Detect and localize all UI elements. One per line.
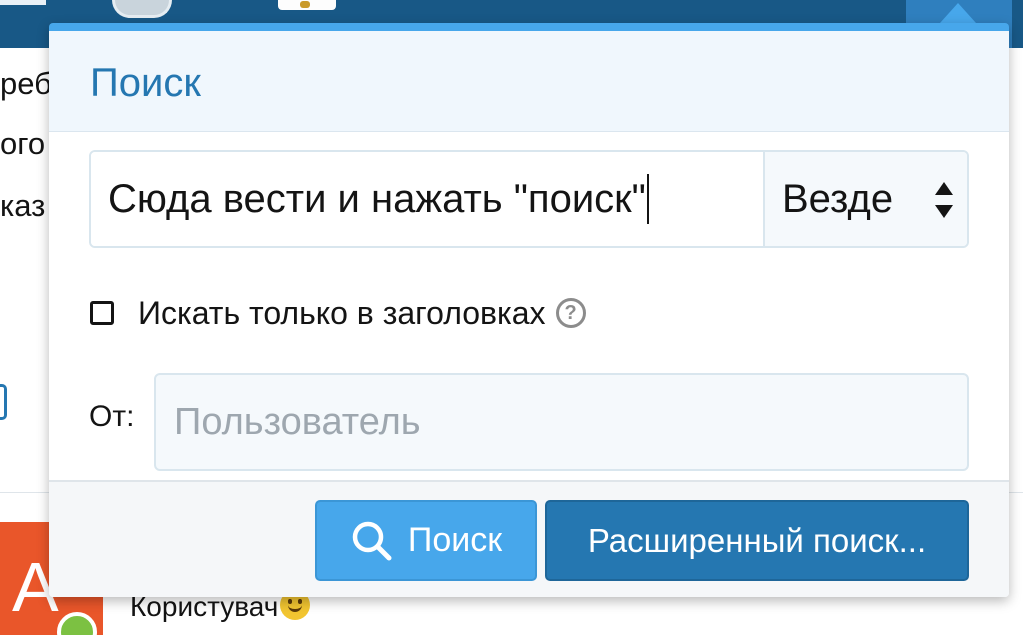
nav-thumbnail-icon[interactable] — [278, 0, 336, 10]
menu-title: Поиск — [90, 60, 201, 105]
titles-only-option: Искать только в заголовках ? — [90, 295, 586, 331]
member-name-placeholder: Пользователь — [174, 400, 421, 443]
search-query-input[interactable]: Сюда вести и нажать "поиск" — [91, 152, 763, 246]
advanced-search-label: Расширенный поиск... — [587, 521, 927, 559]
shield-icon[interactable] — [112, 0, 172, 18]
titles-only-label[interactable]: Искать только в заголовках — [138, 295, 546, 332]
select-arrows-icon — [935, 182, 953, 218]
search-menu-footer: Поиск Расширенный поиск... — [49, 480, 1009, 597]
menu-pointer-arrow — [940, 3, 976, 23]
search-icon — [352, 521, 392, 560]
background-icon-fragment — [0, 384, 7, 420]
text-caret — [646, 174, 649, 224]
help-icon[interactable]: ? — [555, 298, 586, 328]
search-input-group: Сюда вести и нажать "поиск" Везде — [89, 150, 969, 248]
nav-item-fragment[interactable] — [0, 0, 46, 5]
background-text-line: реб — [0, 66, 52, 101]
screen: реб ого каз A Користувач Поиск Сюда вест… — [0, 0, 1023, 635]
search-menu: Поиск Сюда вести и нажать "поиск" Везде … — [49, 23, 1009, 597]
background-text-line: ого — [0, 126, 46, 161]
advanced-search-button[interactable]: Расширенный поиск... — [545, 500, 969, 581]
search-query-value: Сюда вести и нажать "поиск" — [108, 176, 646, 221]
search-scope-value: Везде — [782, 176, 894, 221]
search-scope-select[interactable]: Везде — [763, 152, 967, 246]
from-label: От: — [89, 400, 135, 433]
member-name-input[interactable]: Пользователь — [154, 373, 969, 471]
search-button[interactable]: Поиск — [315, 500, 537, 581]
titles-only-checkbox[interactable] — [90, 301, 114, 325]
search-menu-header: Поиск — [49, 31, 1009, 132]
search-button-label: Поиск — [407, 521, 503, 559]
background-text-line: каз — [0, 188, 46, 223]
